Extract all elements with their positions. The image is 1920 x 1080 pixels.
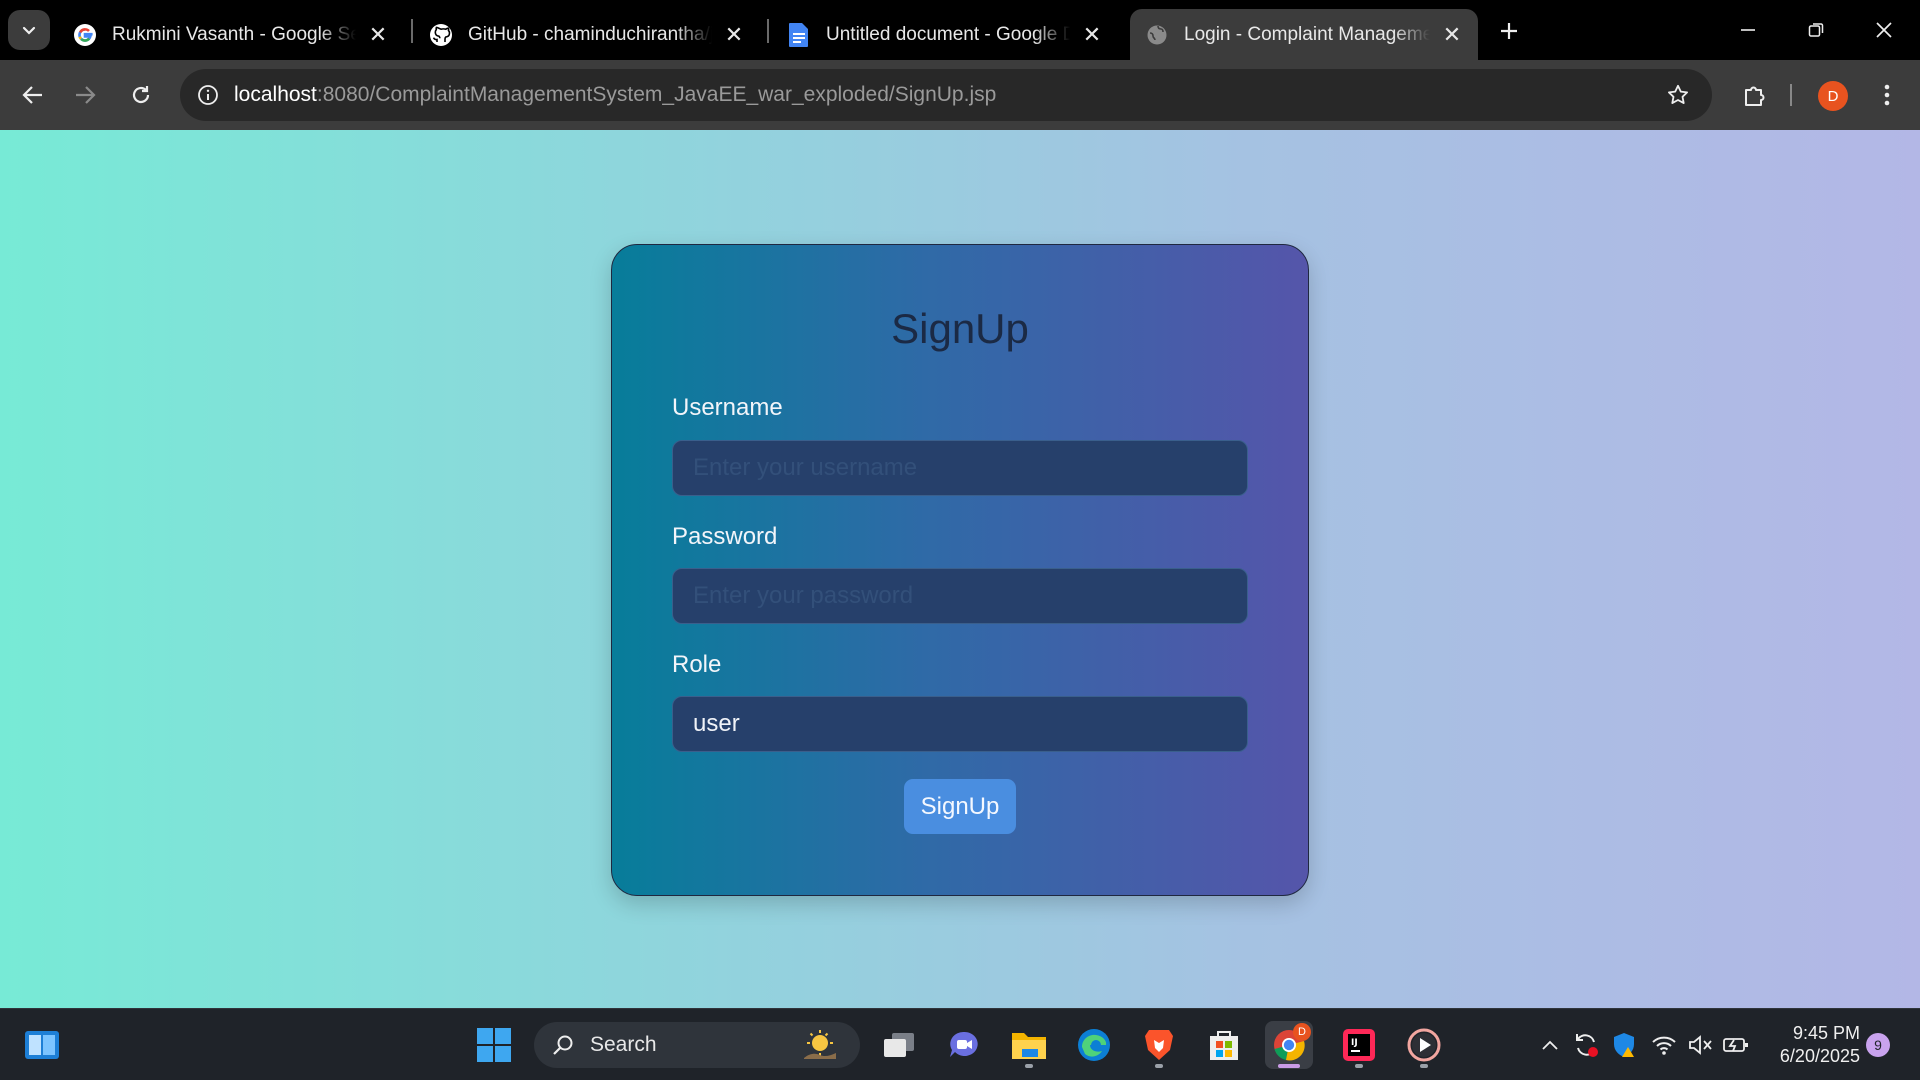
new-tab-button[interactable]: [1492, 14, 1526, 48]
chevron-down-icon: [22, 26, 36, 35]
intellij-idea-icon[interactable]: IJ: [1335, 1021, 1383, 1069]
arrow-right-icon: [76, 86, 96, 104]
teams-chat-icon[interactable]: [940, 1021, 988, 1069]
wifi-icon[interactable]: [1650, 1031, 1678, 1059]
microsoft-store-icon[interactable]: [1200, 1021, 1248, 1069]
back-button[interactable]: [12, 74, 54, 116]
puzzle-icon: [1745, 86, 1765, 106]
minimize-icon: [1741, 29, 1755, 31]
tab-google-docs[interactable]: Untitled document - Google Docs ✕: [772, 9, 1118, 60]
google-docs-icon: [786, 22, 812, 48]
brave-icon[interactable]: [1135, 1021, 1183, 1069]
notification-badge[interactable]: 9: [1866, 1033, 1890, 1057]
task-view-icon[interactable]: [875, 1021, 923, 1069]
system-clock[interactable]: 9:45 PM 6/20/2025: [1768, 1022, 1860, 1068]
tab-login-complaint-management[interactable]: Login - Complaint Management ✕: [1130, 9, 1478, 60]
tab-separator: [767, 19, 769, 43]
close-icon: [1876, 22, 1892, 38]
forward-button[interactable]: [64, 74, 106, 116]
more-vertical-icon: [1884, 84, 1890, 106]
close-icon[interactable]: ✕: [366, 22, 390, 47]
role-select[interactable]: user: [672, 696, 1248, 752]
globe-icon: [1144, 22, 1170, 48]
browser-tab-strip: Rukmini Vasanth - Google Search ✕ GitHub…: [0, 0, 1920, 60]
page-title: SignUp: [891, 305, 1029, 352]
volume-muted-icon[interactable]: [1686, 1031, 1714, 1059]
taskbar-search[interactable]: Search: [534, 1022, 860, 1068]
tab-search-button[interactable]: [8, 10, 50, 50]
role-label: Role: [672, 651, 722, 678]
tab-title: GitHub - chaminduchirantha/java: [468, 23, 712, 45]
running-indicator: [1355, 1064, 1363, 1068]
tab-title: Login - Complaint Management: [1184, 23, 1430, 45]
edge-icon[interactable]: [1070, 1021, 1118, 1069]
address-bar[interactable]: localhost:8080/ComplaintManagementSystem…: [180, 69, 1712, 121]
toolbar-divider: [1790, 84, 1792, 106]
tab-title: Rukmini Vasanth - Google Search: [112, 23, 356, 45]
username-input[interactable]: Enter your username: [672, 440, 1248, 496]
clock-time: 9:45 PM: [1792, 1023, 1860, 1043]
security-shield-icon[interactable]: [1610, 1031, 1638, 1059]
running-indicator: [1155, 1064, 1163, 1068]
running-indicator: [1278, 1064, 1300, 1068]
widgets-icon[interactable]: [18, 1021, 66, 1069]
reload-button[interactable]: [120, 74, 162, 116]
windows-logo-icon: [477, 1028, 511, 1062]
arrow-left-icon: [22, 86, 42, 104]
close-icon[interactable]: ✕: [1440, 22, 1464, 47]
username-label: Username: [672, 394, 783, 421]
media-player-icon[interactable]: [1400, 1021, 1448, 1069]
reload-icon: [132, 86, 150, 104]
browser-menu-button[interactable]: [1870, 74, 1904, 116]
google-icon: [72, 22, 98, 48]
url-host: localhost: [234, 83, 317, 106]
password-input[interactable]: Enter your password: [672, 568, 1248, 624]
sync-icon[interactable]: [1572, 1031, 1600, 1059]
running-indicator: [1420, 1064, 1428, 1068]
plus-icon: [1501, 23, 1517, 39]
page-viewport: SignUp Username Enter your username Pass…: [0, 130, 1920, 1008]
search-label: Search: [590, 1033, 657, 1056]
chrome-icon[interactable]: D: [1265, 1021, 1313, 1069]
tab-title: Untitled document - Google Docs: [826, 23, 1070, 45]
tab-github[interactable]: GitHub - chaminduchirantha/java ✕: [414, 9, 760, 60]
running-indicator: [1025, 1064, 1033, 1068]
extensions-button[interactable]: [1734, 74, 1776, 116]
search-icon: [548, 1030, 578, 1060]
restore-button[interactable]: [1782, 0, 1850, 60]
site-info-icon[interactable]: [188, 75, 228, 115]
url-text: localhost:8080/ComplaintManagementSystem…: [234, 83, 996, 107]
weather-sun-icon: [802, 1028, 838, 1068]
browser-toolbar: localhost:8080/ComplaintManagementSystem…: [0, 60, 1920, 130]
bookmark-star-icon[interactable]: [1660, 77, 1696, 113]
url-path: :8080/ComplaintManagementSystem_JavaEE_w…: [316, 83, 997, 106]
start-button[interactable]: [470, 1021, 518, 1069]
signup-button[interactable]: SignUp: [904, 779, 1016, 834]
github-icon: [428, 22, 454, 48]
close-icon[interactable]: ✕: [1080, 22, 1104, 47]
close-icon[interactable]: ✕: [722, 22, 746, 47]
chrome-profile-badge: D: [1293, 1023, 1311, 1041]
clock-date: 6/20/2025: [1779, 1046, 1860, 1066]
minimize-button[interactable]: [1714, 0, 1782, 60]
password-label: Password: [672, 523, 778, 550]
tab-separator: [411, 19, 413, 43]
tab-google-search[interactable]: Rukmini Vasanth - Google Search ✕: [58, 9, 404, 60]
svg-text:IJ: IJ: [1351, 1038, 1358, 1048]
windows-taskbar: Search D IJ 9:45 PM 6/20/2025 9: [0, 1008, 1920, 1080]
profile-avatar[interactable]: D: [1818, 81, 1848, 111]
signup-card: SignUp Username Enter your username Pass…: [611, 244, 1309, 896]
restore-icon: [1808, 23, 1824, 37]
show-hidden-icons-chevron-up-icon[interactable]: [1536, 1031, 1564, 1059]
file-explorer-icon[interactable]: [1005, 1021, 1053, 1069]
battery-charging-icon[interactable]: [1722, 1031, 1750, 1059]
close-window-button[interactable]: [1850, 0, 1918, 60]
